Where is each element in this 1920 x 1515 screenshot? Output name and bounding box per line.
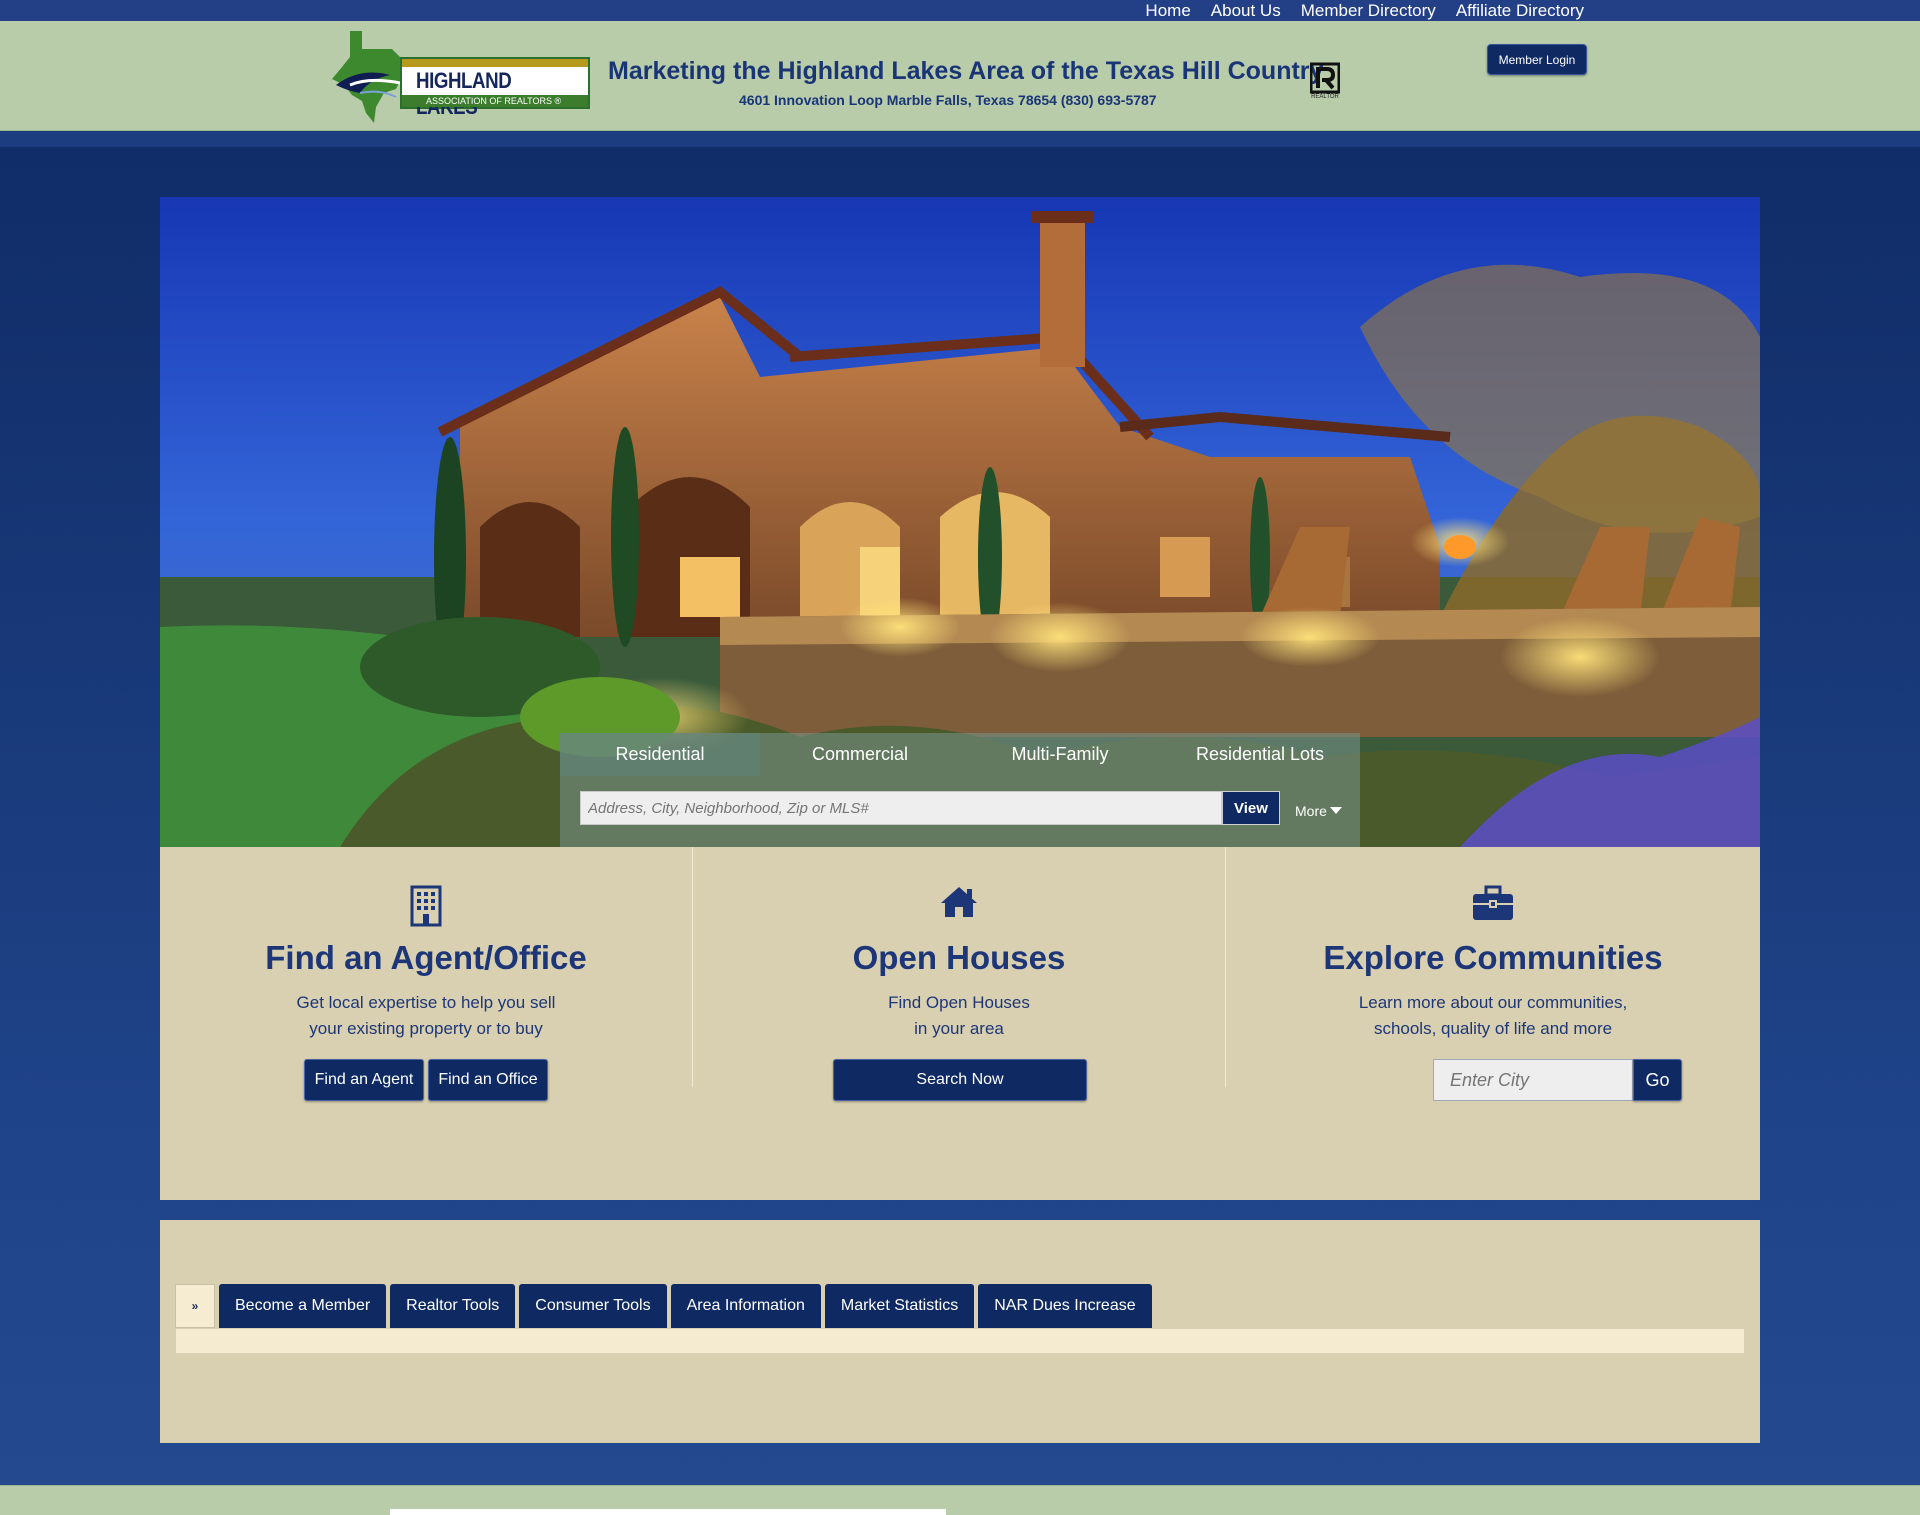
tab-realtor-tools[interactable]: Realtor Tools bbox=[390, 1284, 516, 1328]
tab-residential-lots[interactable]: Residential Lots bbox=[1160, 733, 1360, 776]
tab-area-information[interactable]: Area Information bbox=[670, 1284, 821, 1328]
logo-subtitle: ASSOCIATION OF REALTORS ® bbox=[426, 96, 562, 106]
logo-title: HIGHLAND LAKES bbox=[416, 68, 512, 119]
explore-communities-title: Explore Communities bbox=[1323, 939, 1663, 976]
more-label: More bbox=[1295, 803, 1327, 819]
feature-panel: Find an Agent/Office Get local expertise… bbox=[160, 847, 1760, 1200]
footer-search-bar bbox=[390, 1509, 946, 1515]
top-nav-bar: Home About Us Member Directory Affiliate… bbox=[0, 0, 1920, 21]
find-agent-description: Get local expertise to help you sell you… bbox=[160, 990, 692, 1042]
open-houses-title: Open Houses bbox=[852, 939, 1066, 976]
tab-consumer-tools[interactable]: Consumer Tools bbox=[519, 1284, 667, 1328]
search-tabs: Residential Commercial Multi-Family Resi… bbox=[560, 733, 1360, 776]
tab-residential[interactable]: Residential bbox=[560, 733, 760, 776]
find-agent-desc-line2: your existing property or to buy bbox=[309, 1019, 543, 1038]
nav-affiliate-directory-link[interactable]: Affiliate Directory bbox=[1456, 0, 1584, 21]
header-tagline: Marketing the Highland Lakes Area of the… bbox=[608, 57, 1324, 85]
go-button[interactable]: Go bbox=[1633, 1059, 1682, 1101]
find-agent-section: Find an Agent/Office Get local expertise… bbox=[160, 847, 693, 1101]
find-agent-button[interactable]: Find an Agent bbox=[304, 1059, 424, 1101]
find-agent-desc-line1: Get local expertise to help you sell bbox=[296, 993, 556, 1012]
more-dropdown[interactable]: More bbox=[1295, 803, 1342, 819]
nav-about-us-link[interactable]: About Us bbox=[1211, 0, 1281, 21]
find-agent-title: Find an Agent/Office bbox=[265, 939, 587, 976]
property-search-panel: Residential Commercial Multi-Family Resi… bbox=[560, 733, 1360, 847]
realtor-caption: REALTOR bbox=[1311, 94, 1339, 100]
logo-wordmark: HIGHLAND LAKES ASSOCIATION OF REALTORS ® bbox=[400, 57, 590, 119]
briefcase-icon bbox=[1473, 885, 1513, 920]
header-address: 4601 Innovation Loop Marble Falls, Texas… bbox=[739, 92, 1157, 108]
info-tabs-panel: » Become a Member Realtor Tools Consumer… bbox=[160, 1220, 1760, 1443]
caret-down-icon bbox=[1329, 807, 1342, 814]
tab-become-a-member[interactable]: Become a Member bbox=[219, 1284, 387, 1328]
tab-content-area bbox=[175, 1328, 1745, 1354]
hero-image: Residential Commercial Multi-Family Resi… bbox=[160, 197, 1760, 847]
view-button[interactable]: View bbox=[1222, 791, 1280, 825]
explore-desc-line2: schools, quality of life and more bbox=[1373, 1019, 1613, 1038]
site-logo[interactable]: HIGHLAND LAKES ASSOCIATION OF REALTORS ® bbox=[330, 27, 590, 123]
tab-commercial[interactable]: Commercial bbox=[760, 733, 960, 776]
info-tab-strip: » Become a Member Realtor Tools Consumer… bbox=[175, 1284, 1152, 1328]
explore-communities-description: Learn more about our communities, school… bbox=[1226, 990, 1760, 1042]
explore-desc-line1: Learn more about our communities, bbox=[1358, 993, 1628, 1012]
building-icon bbox=[410, 885, 442, 927]
open-houses-description: Find Open Houses in your area bbox=[693, 990, 1225, 1042]
property-search-input[interactable] bbox=[580, 791, 1222, 825]
nav-home-link[interactable]: Home bbox=[1145, 0, 1190, 21]
enter-city-input[interactable] bbox=[1433, 1059, 1633, 1101]
member-login-button[interactable]: Member Login bbox=[1487, 44, 1587, 75]
open-houses-section: Open Houses Find Open Houses in your are… bbox=[693, 847, 1226, 1101]
tab-market-statistics[interactable]: Market Statistics bbox=[824, 1284, 975, 1328]
header-divider bbox=[0, 131, 1920, 147]
site-header: HIGHLAND LAKES ASSOCIATION OF REALTORS ®… bbox=[0, 21, 1920, 131]
tab-multi-family[interactable]: Multi-Family bbox=[960, 733, 1160, 776]
tab-nar-dues-increase[interactable]: NAR Dues Increase bbox=[978, 1284, 1152, 1328]
open-houses-desc-line1: Find Open Houses bbox=[888, 993, 1030, 1012]
explore-communities-section: Explore Communities Learn more about our… bbox=[1226, 847, 1760, 1101]
site-footer bbox=[0, 1485, 1920, 1515]
tabs-expand-toggle[interactable]: » bbox=[175, 1284, 215, 1328]
search-now-button[interactable]: Search Now bbox=[833, 1059, 1087, 1101]
open-houses-desc-line2: in your area bbox=[914, 1019, 1004, 1038]
top-nav: Home About Us Member Directory Affiliate… bbox=[1145, 0, 1584, 21]
home-icon bbox=[941, 887, 977, 917]
find-office-button[interactable]: Find an Office bbox=[428, 1059, 548, 1101]
nav-member-directory-link[interactable]: Member Directory bbox=[1301, 0, 1436, 21]
